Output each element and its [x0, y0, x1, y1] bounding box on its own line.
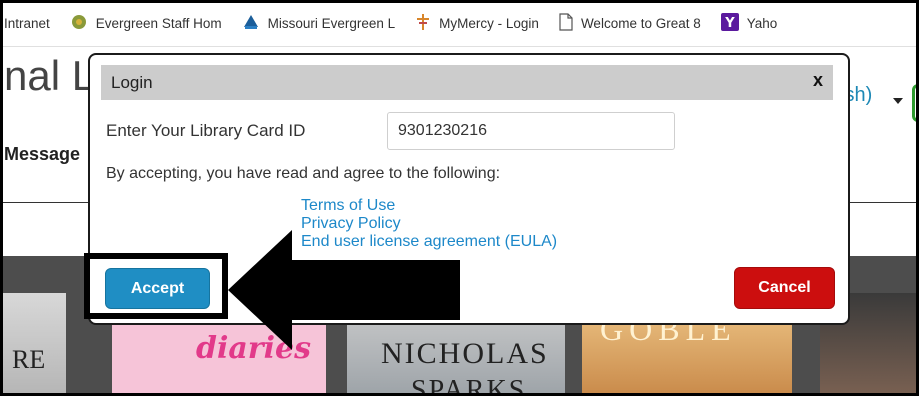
book-cover-text: RE: [12, 345, 46, 374]
bookmarks-bar: Intranet Evergreen Staff Hom Missouri Ev…: [0, 0, 919, 47]
messages-heading: Message: [4, 144, 81, 164]
pointer-arrow-icon: [228, 230, 460, 350]
book-cover[interactable]: RE: [0, 293, 66, 396]
bookmark-label: Evergreen Staff Hom: [95, 15, 222, 31]
document-icon: [559, 12, 573, 34]
yahoo-icon: Y: [720, 12, 739, 34]
bookmark-mymercy[interactable]: MyMercy - Login: [415, 0, 539, 46]
dialog-title: Login: [111, 73, 153, 92]
dialog-header: Login x: [101, 65, 833, 100]
bookmark-label: MyMercy - Login: [439, 15, 539, 31]
bookmark-missouri-evergreen[interactable]: Missouri Evergreen L: [242, 0, 396, 46]
bookmark-great8[interactable]: Welcome to Great 8: [559, 0, 701, 46]
bookmark-yahoo[interactable]: Y Yaho: [720, 0, 778, 46]
cancel-button[interactable]: Cancel: [734, 267, 835, 309]
bookmark-label: Intranet: [4, 15, 50, 31]
book-cover-text: SPARKS: [411, 375, 527, 396]
bookmark-label: Welcome to Great 8: [580, 15, 701, 31]
cross-icon: [415, 13, 431, 34]
green-button[interactable]: [912, 84, 919, 122]
svg-text:Y: Y: [724, 16, 735, 31]
bookmark-intranet[interactable]: Intranet: [4, 0, 50, 46]
terms-of-use-link[interactable]: Terms of Use: [301, 197, 557, 215]
library-card-input[interactable]: [387, 112, 675, 150]
agreement-text: By accepting, you have read and agree to…: [106, 165, 501, 182]
bookmark-label: Missouri Evergreen L: [267, 15, 396, 31]
bookmark-evergreen-staff[interactable]: Evergreen Staff Hom: [70, 0, 222, 46]
close-icon[interactable]: x: [813, 70, 823, 91]
library-card-label: Enter Your Library Card ID: [106, 121, 306, 140]
missouri-evergreen-icon: [242, 13, 260, 34]
chevron-down-icon[interactable]: [893, 98, 903, 104]
bookmark-label: Yaho: [746, 15, 778, 31]
page-title: nal L: [4, 52, 96, 99]
highlight-box: [84, 253, 228, 319]
evergreen-tree-icon: [70, 13, 88, 34]
